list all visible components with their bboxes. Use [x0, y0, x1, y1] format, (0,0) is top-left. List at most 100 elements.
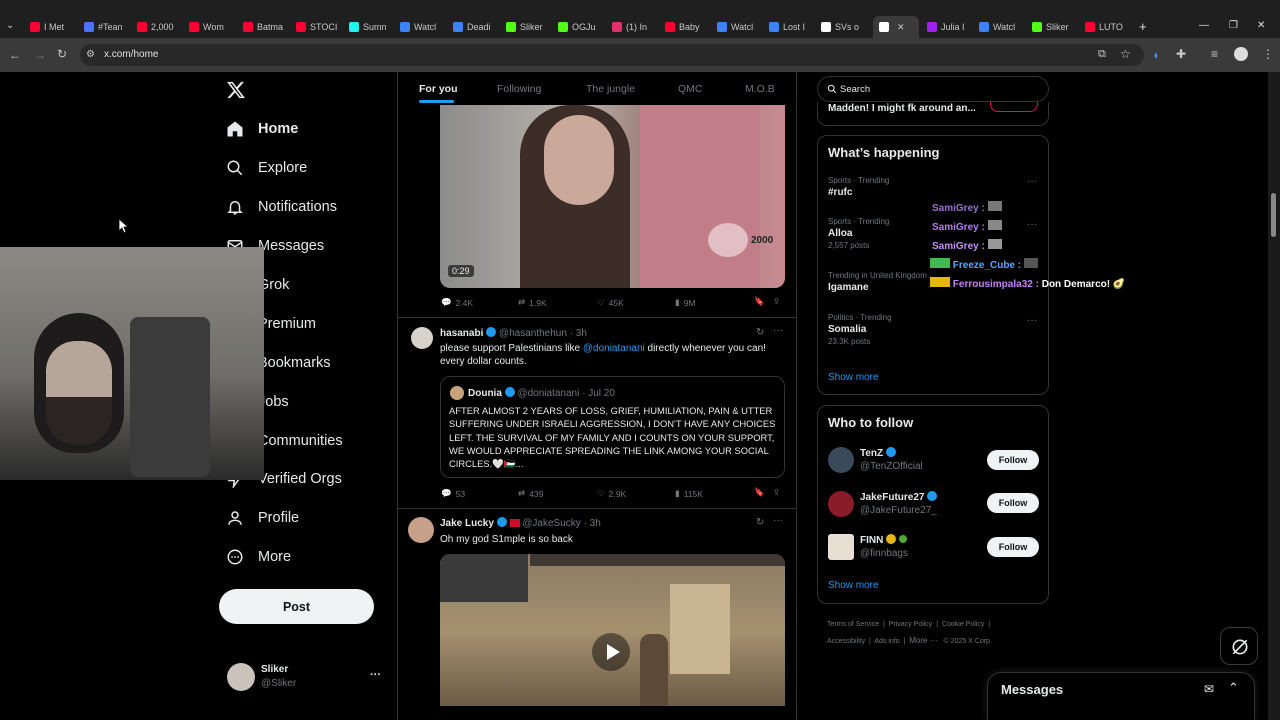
- trend-more-icon[interactable]: ···: [1027, 176, 1037, 187]
- nav-profile[interactable]: Profile: [226, 506, 299, 530]
- avatar[interactable]: [408, 517, 434, 543]
- browser-tab[interactable]: Julia I: [927, 18, 975, 36]
- nav-home[interactable]: Home: [226, 117, 298, 141]
- account-switcher[interactable]: Sliker @Sliker ···: [219, 656, 389, 698]
- trend-item[interactable]: Politics · Trending Somalia 23.3K posts: [828, 313, 1040, 357]
- play-button-icon[interactable]: [592, 633, 630, 671]
- back-icon[interactable]: ←: [9, 48, 21, 62]
- footer-link[interactable]: Accessibility: [827, 638, 865, 645]
- avatar[interactable]: [828, 447, 854, 473]
- post-more-icon[interactable]: ···: [773, 515, 783, 526]
- tab-following[interactable]: Following: [497, 83, 541, 95]
- browser-tab[interactable]: (1) In: [612, 18, 660, 36]
- post-author[interactable]: Jake Lucky: [440, 518, 494, 529]
- repost-button[interactable]: ⇄ 1.9K: [518, 297, 547, 308]
- show-more-link[interactable]: Show more: [828, 580, 879, 591]
- tab-qmc[interactable]: QMC: [678, 83, 703, 95]
- bookmark-star-icon[interactable]: ☆: [1120, 47, 1131, 61]
- close-tab-icon[interactable]: ✕: [897, 22, 905, 33]
- browser-tab[interactable]: OGJu: [558, 18, 606, 36]
- post-button[interactable]: Post: [219, 589, 374, 624]
- nav-more[interactable]: More: [226, 545, 291, 569]
- footer-link[interactable]: Cookie Policy: [942, 621, 984, 628]
- post-mention[interactable]: @doniatanani: [583, 343, 645, 354]
- browser-tab[interactable]: Watcl: [979, 18, 1027, 36]
- browser-tab[interactable]: Watcl: [717, 18, 765, 36]
- post-handle[interactable]: @hasanthehun: [499, 328, 567, 339]
- browser-tab[interactable]: Baby: [665, 18, 713, 36]
- browser-tab[interactable]: LUTO: [1085, 18, 1133, 36]
- footer-link[interactable]: Terms of Service: [827, 621, 879, 628]
- browser-tab[interactable]: Wom: [189, 18, 237, 36]
- close-window-button[interactable]: ✕: [1257, 20, 1265, 31]
- browser-tab[interactable]: Sliker: [1032, 18, 1080, 36]
- search-input[interactable]: Search: [817, 76, 1049, 102]
- follow-suggestion[interactable]: JakeFuture27 @JakeFuture27_: [860, 491, 938, 516]
- reply-button[interactable]: 💬 53: [441, 488, 465, 499]
- promo-card-snippet[interactable]: Madden! I might fk around an...: [817, 102, 1049, 126]
- quote-tweet[interactable]: Dounia @doniatanani · Jul 20 AFTER ALMOS…: [440, 376, 785, 478]
- video-player[interactable]: 0:29 2000: [440, 105, 785, 288]
- post-author[interactable]: hasanabi: [440, 328, 483, 339]
- tab-the-jungle[interactable]: The jungle: [586, 83, 635, 95]
- browser-menu-icon[interactable]: ⋮: [1262, 47, 1274, 61]
- browser-tab[interactable]: STOCI: [296, 18, 344, 36]
- address-bar[interactable]: ⚙ x.com/home ⧉ ☆: [80, 44, 1144, 66]
- share-icon[interactable]: ⇪: [773, 487, 780, 498]
- bookmark-icon[interactable]: 🔖: [754, 296, 765, 307]
- video-player[interactable]: [440, 554, 785, 706]
- new-message-icon[interactable]: ✉: [1204, 682, 1214, 696]
- nav-explore[interactable]: Explore: [226, 156, 307, 180]
- post-handle[interactable]: @JakeSucky: [522, 518, 581, 529]
- browser-tab[interactable]: Deadi: [453, 18, 501, 36]
- forward-icon[interactable]: →: [34, 48, 46, 62]
- footer-link[interactable]: Privacy Policy: [889, 621, 933, 628]
- restore-button[interactable]: ❐: [1229, 20, 1238, 31]
- trend-more-icon[interactable]: ···: [1027, 315, 1037, 326]
- reply-button[interactable]: 💬 2.4K: [441, 297, 473, 308]
- follow-button[interactable]: Follow: [987, 450, 1039, 470]
- browser-tab[interactable]: 2,000: [137, 18, 185, 36]
- follow-suggestion[interactable]: TenZ @TenZOfficial: [860, 447, 923, 472]
- share-icon[interactable]: ⇪: [773, 296, 780, 307]
- browser-tab[interactable]: Batma: [243, 18, 291, 36]
- bookmark-icon[interactable]: 🔖: [754, 487, 765, 498]
- grok-floating-button[interactable]: [1220, 627, 1258, 665]
- follow-suggestion[interactable]: FINN @finnbags: [860, 534, 908, 559]
- nav-notifications[interactable]: Notifications: [226, 195, 337, 219]
- grok-post-icon[interactable]: ↻: [756, 327, 764, 338]
- new-tab-button[interactable]: +: [1139, 19, 1147, 34]
- browser-tab[interactable]: Watcl: [400, 18, 448, 36]
- reload-icon[interactable]: ↻: [57, 47, 67, 61]
- trend-more-icon[interactable]: ···: [1027, 219, 1037, 230]
- views-button[interactable]: ▮ 9M: [675, 297, 696, 308]
- extension-icon[interactable]: ◖: [1152, 48, 1159, 62]
- browser-tab[interactable]: Lost I: [769, 18, 817, 36]
- avatar[interactable]: [411, 327, 433, 349]
- tab-search-button[interactable]: ⌄: [6, 20, 20, 34]
- avatar[interactable]: [828, 491, 854, 517]
- browser-tab[interactable]: ✕: [873, 16, 919, 38]
- views-button[interactable]: ▮ 115K: [675, 488, 703, 499]
- browser-tab[interactable]: Sumn: [349, 18, 397, 36]
- messages-drawer[interactable]: Messages ✉ ⌃: [987, 672, 1255, 720]
- footer-link[interactable]: More ···: [909, 636, 937, 645]
- grok-post-icon[interactable]: ↻: [756, 517, 764, 528]
- follow-button[interactable]: Follow: [987, 493, 1039, 513]
- post-more-icon[interactable]: ···: [773, 325, 783, 336]
- follow-button[interactable]: Follow: [987, 537, 1039, 557]
- like-button[interactable]: ♡ 45K: [597, 297, 624, 308]
- show-more-link[interactable]: Show more: [828, 372, 879, 383]
- avatar[interactable]: [828, 534, 854, 560]
- profile-avatar-icon[interactable]: [1234, 47, 1248, 61]
- scrollbar-thumb[interactable]: [1271, 193, 1276, 237]
- browser-tab[interactable]: SVs o: [821, 18, 869, 36]
- minimize-button[interactable]: —: [1199, 20, 1209, 31]
- tab-for-you[interactable]: For you: [419, 83, 458, 95]
- repost-button[interactable]: ⇄ 439: [518, 488, 543, 499]
- site-info-icon[interactable]: ⚙: [86, 49, 95, 60]
- browser-tab[interactable]: I Met: [30, 18, 78, 36]
- browser-tab[interactable]: #Tean: [84, 18, 132, 36]
- page-scrollbar[interactable]: [1268, 72, 1280, 720]
- media-control-icon[interactable]: ≡: [1211, 47, 1218, 61]
